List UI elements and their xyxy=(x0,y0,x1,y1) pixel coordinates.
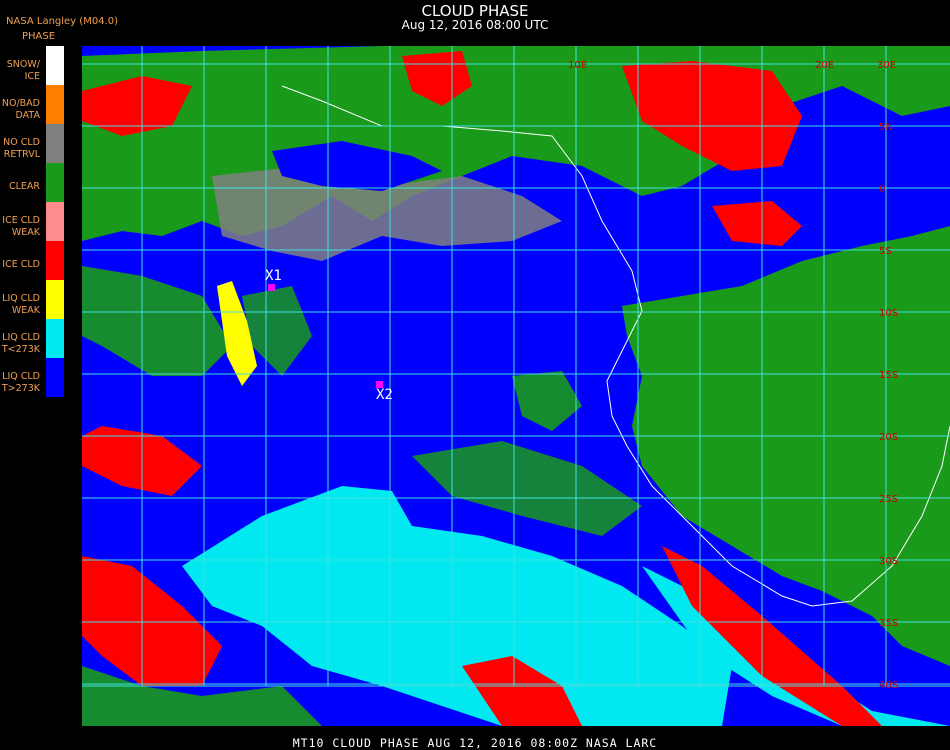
legend-label-ice-cloud-weak: ICE CLD WEAK xyxy=(2,215,40,238)
legend-swatch-liquid-cloud-weak xyxy=(46,280,64,319)
grid-label-30s: 30S xyxy=(879,556,898,567)
grid-label-30e: 30E xyxy=(877,60,896,71)
grid-label-10e: 10E xyxy=(568,60,587,71)
legend-label-liquid-cloud-warm: LIQ CLD T>273K xyxy=(1,371,40,394)
legend-label-no-bad-data: NO/BAD DATA xyxy=(1,98,40,121)
legend-swatch-ice-cloud xyxy=(46,241,64,280)
legend-swatch-no-bad-data xyxy=(46,85,64,124)
grid-label-15s: 15S xyxy=(879,370,898,381)
grid-label-20e: 20E xyxy=(815,60,834,71)
grid-label-0: 0 xyxy=(879,184,885,195)
map-timestamp: Aug 12, 2016 08:00 UTC xyxy=(401,18,549,32)
marker-x1-label: X1 xyxy=(265,268,282,284)
legend-title: PHASE xyxy=(22,31,56,42)
legend-swatch-clear xyxy=(46,163,64,202)
legend-label-no-cloud-retrieval: NO CLD RETRVL xyxy=(3,137,40,160)
legend-label-clear: CLEAR xyxy=(8,181,40,192)
cloud-phase-map[interactable]: 10E 20E 30E 5N 0 5S 10S 15S 20S 25S 30S … xyxy=(82,46,950,726)
map-footer: MT10 CLOUD PHASE AUG 12, 2016 08:00Z NAS… xyxy=(292,736,658,750)
legend-label-liquid-cloud-weak: LIQ CLD WEAK xyxy=(2,293,40,316)
legend-label-snow-ice: SNOW/ ICE xyxy=(6,59,40,82)
grid-label-40s: 40S xyxy=(879,680,898,691)
legend-label-ice-cloud: ICE CLD xyxy=(2,259,40,270)
legend-swatch-ice-cloud-weak xyxy=(46,202,64,241)
grid-label-25s: 25S xyxy=(879,494,898,505)
grid-label-5s: 5S xyxy=(879,246,892,257)
grid-label-20s: 20S xyxy=(879,432,898,443)
marker-x1-dot[interactable] xyxy=(268,284,275,291)
legend-swatch-liquid-cloud-cold xyxy=(46,319,64,358)
marker-x2-label: X2 xyxy=(376,387,393,403)
grid-label-35s: 35S xyxy=(879,618,898,629)
grid-label-10s: 10S xyxy=(879,308,898,319)
legend-swatch-snow-ice xyxy=(46,46,64,85)
organization-label: NASA Langley (M04.0) xyxy=(6,16,118,27)
legend-label-liquid-cloud-cold: LIQ CLD T<273K xyxy=(1,332,40,355)
grid-label-5n: 5N xyxy=(879,122,893,133)
legend-swatch-liquid-cloud-warm xyxy=(46,358,64,397)
legend-swatch-no-cloud-retrieval xyxy=(46,124,64,163)
